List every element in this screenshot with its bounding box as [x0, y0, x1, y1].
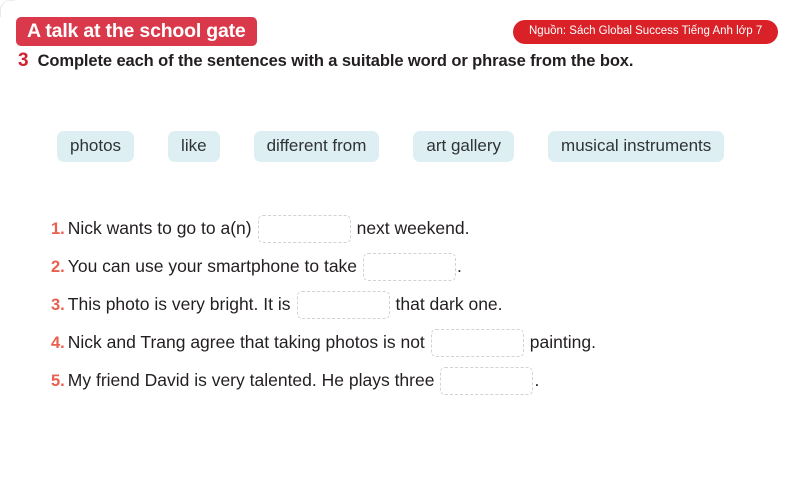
- sentence-text-1-after: next weekend.: [356, 218, 470, 239]
- sentence-text-3-before: This photo is very bright. It is: [67, 294, 291, 315]
- sentence-text-3-after: that dark one.: [395, 294, 503, 315]
- sentence-row-2: 2. You can use your smartphone to take .: [51, 248, 771, 286]
- word-chip-like[interactable]: like: [168, 131, 220, 162]
- sentence-text-4-before: Nick and Trang agree that taking photos …: [67, 332, 425, 353]
- sentence-number-4: 4.: [51, 333, 65, 352]
- source-attribution-text: Nguồn: Sách Global Success Tiếng Anh lớp…: [529, 25, 763, 38]
- sentence-number-3: 3.: [51, 295, 65, 314]
- sentence-text-1-before: Nick wants to go to a(n): [67, 218, 252, 239]
- word-chip-art-gallery[interactable]: art gallery: [413, 131, 515, 162]
- sentence-list: 1. Nick wants to go to a(n) next weekend…: [51, 210, 771, 400]
- sentence-row-5: 5. My friend David is very talented. He …: [51, 362, 771, 400]
- blank-input-5[interactable]: [440, 367, 534, 395]
- sentence-row-1: 1. Nick wants to go to a(n) next weekend…: [51, 210, 771, 248]
- sentence-number-1: 1.: [51, 219, 65, 238]
- word-chip-photos[interactable]: photos: [57, 131, 135, 162]
- lesson-title-badge: A talk at the school gate: [16, 17, 257, 46]
- source-attribution-pill: Nguồn: Sách Global Success Tiếng Anh lớp…: [513, 20, 779, 44]
- sentence-text-2-before: You can use your smartphone to take: [67, 256, 358, 277]
- exercise-instruction: 3 Complete each of the sentences with a …: [18, 51, 633, 70]
- blank-input-3[interactable]: [296, 291, 390, 319]
- sentence-number-2: 2.: [51, 257, 65, 276]
- blank-input-4[interactable]: [430, 329, 524, 357]
- blank-input-1[interactable]: [257, 215, 351, 243]
- lesson-title-text: A talk at the school gate: [27, 19, 246, 42]
- word-chip-different-from[interactable]: different from: [253, 131, 380, 162]
- worksheet-page: A talk at the school gate Nguồn: Sách Gl…: [0, 0, 800, 500]
- sentence-text-5-after: .: [534, 370, 540, 391]
- sentence-row-4: 4. Nick and Trang agree that taking phot…: [51, 324, 771, 362]
- blank-input-2[interactable]: [363, 253, 457, 281]
- sentence-row-3: 3. This photo is very bright. It is that…: [51, 286, 771, 324]
- sentence-text-2-after: .: [457, 256, 462, 277]
- exercise-instruction-text: Complete each of the sentences with a su…: [37, 52, 634, 70]
- sentence-text-5-before: My friend David is very talented. He pla…: [67, 370, 435, 391]
- sentence-number-5: 5.: [51, 371, 65, 390]
- sentence-text-4-after: painting.: [529, 332, 596, 353]
- exercise-number: 3: [18, 50, 29, 71]
- word-bank: photos like different from art gallery m…: [57, 131, 725, 162]
- page-corner-mark: [0, 0, 15, 17]
- word-chip-musical-instruments[interactable]: musical instruments: [548, 131, 725, 162]
